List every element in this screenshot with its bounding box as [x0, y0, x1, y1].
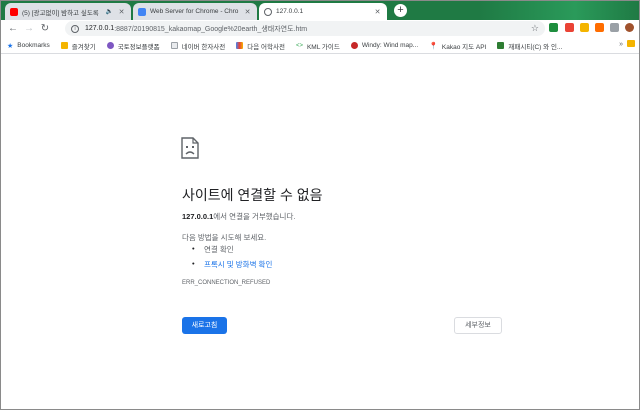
audio-playing-icon[interactable]: 🔈: [106, 8, 113, 15]
bookmark-label: 재패시티(C) 와 인...: [508, 43, 563, 51]
tab-title: 127.0.0.1: [276, 8, 304, 15]
youtube-favicon-icon: [10, 7, 18, 16]
bookmark-label: Bookmarks: [17, 42, 50, 49]
windy-icon: [350, 42, 358, 49]
bookmark-label: 국토정보플랫폼: [117, 43, 160, 51]
chrome-webstore-favicon-icon: [138, 7, 146, 16]
bookmark-chat[interactable]: 재패시티(C) 와 인...: [497, 41, 562, 51]
tab-close-icon[interactable]: ✕: [243, 8, 252, 16]
bookmark-label: Kakao 지도 API: [441, 43, 487, 51]
extension-pdf-icon[interactable]: [595, 23, 604, 32]
extension-orange-icon[interactable]: [580, 23, 589, 32]
code-icon: <>: [295, 42, 303, 49]
suggestion-check-connection: 연결 확인: [192, 244, 272, 255]
tab-youtube[interactable]: (5) [광고없이] 밤하고 싶도록 🔈 ✕: [5, 3, 131, 20]
reload-page-button[interactable]: 새로고침: [182, 317, 227, 334]
bookmark-star-icon[interactable]: ☆: [531, 23, 539, 34]
extension-red-icon[interactable]: [565, 23, 574, 32]
details-button[interactable]: 세부정보: [454, 317, 502, 334]
browser-window: (5) [광고없이] 밤하고 싶도록 🔈 ✕ Web Server for Ch…: [0, 0, 640, 410]
error-host-suffix: 에서 연결을 거부했습니다.: [213, 212, 296, 221]
bookmark-kakao-map-api[interactable]: 📍 Kakao 지도 API: [429, 41, 486, 51]
bookmark-bookmarks[interactable]: ★ Bookmarks: [7, 42, 50, 50]
site-info-icon[interactable]: i: [71, 24, 79, 33]
tab-strip: (5) [광고없이] 밤하고 싶도록 🔈 ✕ Web Server for Ch…: [1, 1, 639, 20]
pin-icon: 📍: [429, 42, 438, 50]
bookmark-naver-hanja[interactable]: 네이버 한자사전: [170, 41, 226, 51]
error-host-message: 127.0.0.1에서 연결을 거부했습니다.: [182, 211, 295, 222]
folder-icon: [60, 42, 68, 49]
google-drive-icon[interactable]: [549, 23, 558, 32]
bookmark-folder[interactable]: 즐겨찾기: [60, 41, 96, 51]
bookmark-label: KML 가이드: [306, 43, 340, 51]
url-path: :8887/20190815_kakaomap_Google%20earth_생…: [114, 25, 308, 33]
star-icon: ★: [7, 42, 14, 50]
new-tab-button[interactable]: +: [394, 4, 407, 17]
address-bar[interactable]: i 127.0.0.1 :8887/20190815_kakaomap_Goog…: [65, 21, 545, 36]
tab-title: (5) [광고없이] 밤하고 싶도록: [22, 9, 99, 17]
profile-avatar-icon[interactable]: [625, 23, 634, 32]
bookmarks-bar: ★ Bookmarks 즐겨찾기 국토정보플랫폼 네이버 한자사전 다음 어학사…: [1, 38, 639, 54]
bookmark-national-geo-platform[interactable]: 국토정보플랫폼: [106, 41, 160, 51]
tab-title: Web Server for Chrome - Chro: [150, 8, 239, 15]
bookmark-kml-guide[interactable]: <> KML 가이드: [296, 41, 340, 51]
tab-close-icon[interactable]: ✕: [117, 8, 126, 16]
tab-localhost[interactable]: 127.0.0.1 ✕: [259, 3, 387, 20]
other-bookmarks-folder-icon[interactable]: [627, 40, 635, 47]
bookmarks-overflow-button[interactable]: »: [619, 41, 623, 48]
bookmark-label: 즐겨찾기: [71, 43, 96, 51]
chat-icon: [497, 42, 505, 49]
toolbar: ← → ↻ i 127.0.0.1 :8887/20190815_kakaoma…: [1, 20, 639, 38]
error-suggestions: 연결 확인 프록시 및 방화벽 확인: [192, 244, 272, 274]
error-title: 사이트에 연결할 수 없음: [182, 187, 323, 203]
back-button[interactable]: ←: [5, 21, 21, 37]
error-code: ERR_CONNECTION_REFUSED: [182, 280, 271, 286]
error-host: 127.0.0.1: [182, 212, 214, 221]
daum-icon: [236, 42, 244, 49]
bookmark-daum-dictionary[interactable]: 다음 어학사전: [236, 41, 285, 51]
tab-close-icon[interactable]: ✕: [373, 8, 382, 16]
error-try-label: 다음 방법을 시도해 보세요.: [182, 233, 267, 242]
bookmark-windy[interactable]: Windy: Wind map...: [350, 42, 419, 49]
forward-button[interactable]: →: [21, 21, 37, 37]
tab-web-server[interactable]: Web Server for Chrome - Chro ✕: [133, 3, 257, 20]
suggestion-proxy-firewall-link[interactable]: 프록시 및 방화벽 확인: [192, 259, 272, 270]
bookmark-label: 다음 어학사전: [247, 43, 285, 51]
reload-button[interactable]: ↻: [37, 21, 53, 37]
sad-page-icon: [181, 137, 199, 159]
bookmark-label: 네이버 한자사전: [181, 43, 226, 51]
globe-favicon-icon: [264, 7, 272, 16]
doc-icon: [170, 42, 178, 49]
extension-grey-icon[interactable]: [610, 23, 619, 32]
bookmark-label: Windy: Wind map...: [361, 42, 419, 49]
error-page: 사이트에 연결할 수 없음 127.0.0.1에서 연결을 거부했습니다. 다음…: [1, 55, 639, 409]
url-host: 127.0.0.1: [85, 25, 115, 32]
tab-strip-background: [479, 1, 639, 20]
globe-icon: [106, 42, 114, 49]
